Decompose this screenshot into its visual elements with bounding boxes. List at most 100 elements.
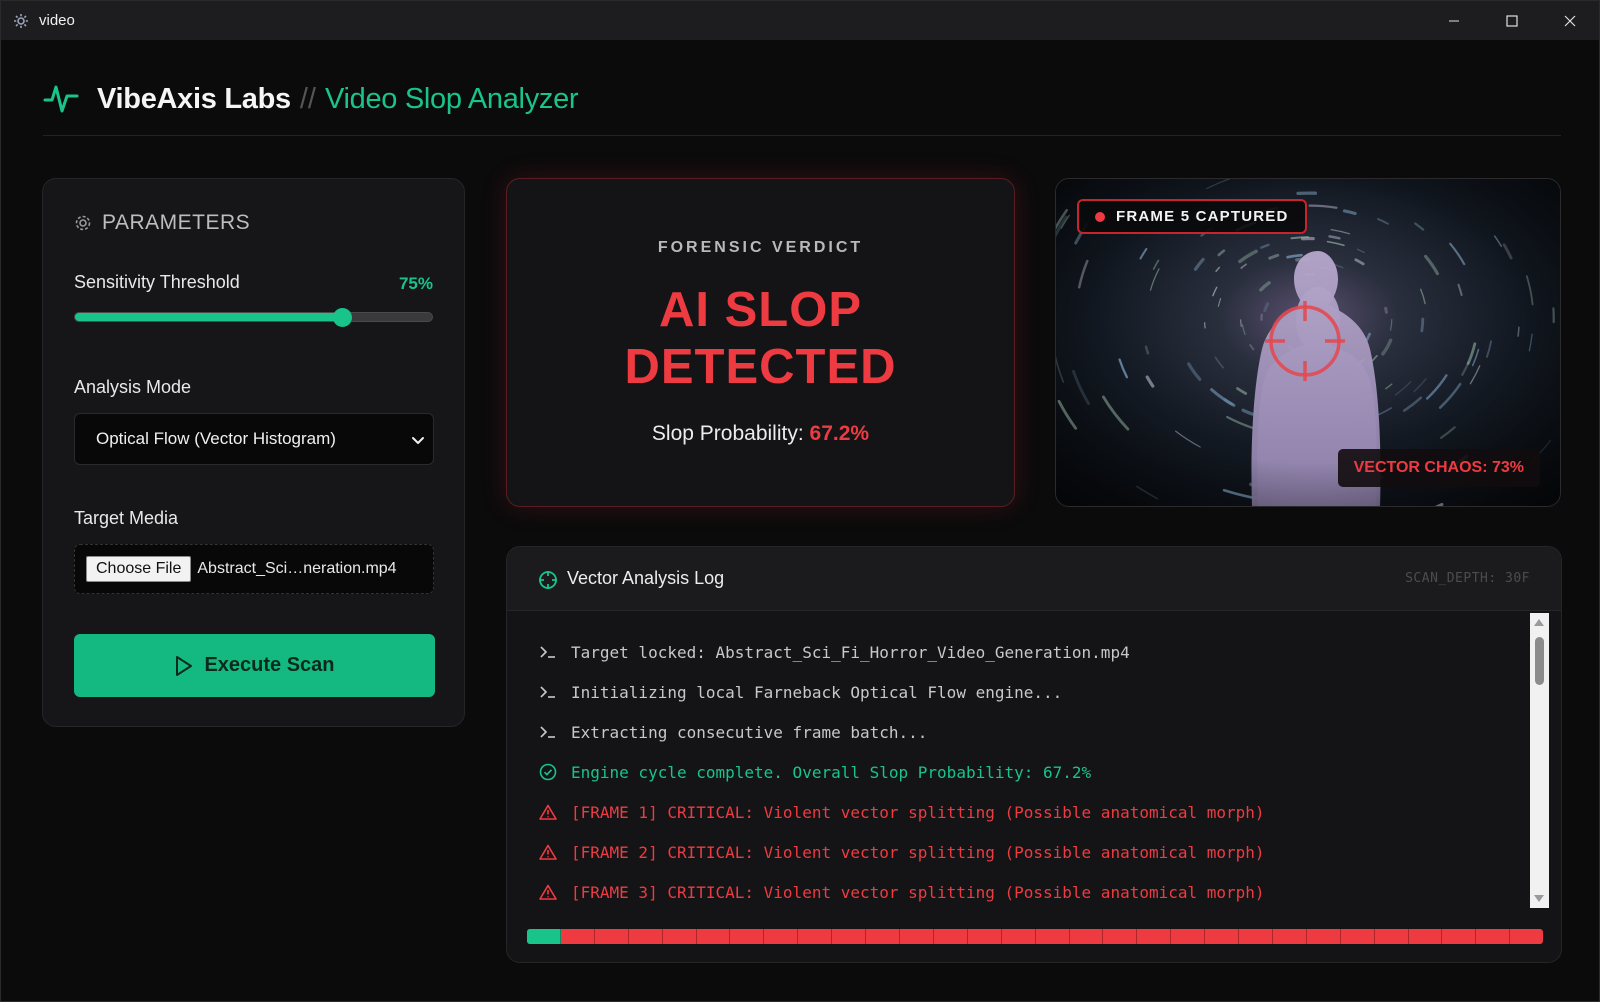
terminal-prompt-icon xyxy=(538,682,558,702)
timeline-segment xyxy=(1070,929,1104,944)
timeline-segment xyxy=(595,929,629,944)
timeline-segment xyxy=(1307,929,1341,944)
execute-scan-button[interactable]: Execute Scan xyxy=(74,634,435,697)
timeline-segment xyxy=(1442,929,1477,944)
slop-probability-label: Slop Probability: xyxy=(651,422,804,445)
slop-probability-value: 67.2% xyxy=(809,422,870,445)
log-line-text: [FRAME 1] CRITICAL: Violent vector split… xyxy=(571,802,1265,822)
log-line-text: [FRAME 2] CRITICAL: Violent vector split… xyxy=(571,842,1265,862)
log-scrollbar[interactable] xyxy=(1530,613,1549,908)
selected-file-name: Abstract_Sci…neration.mp4 xyxy=(197,560,397,577)
target-media-label: Target Media xyxy=(74,508,179,528)
timeline-segment xyxy=(1239,929,1273,944)
brand-name: VibeAxis Labs xyxy=(97,82,291,115)
timeline-segment xyxy=(629,929,663,944)
analysis-mode-value: Optical Flow (Vector Histogram) xyxy=(96,429,336,448)
timeline-segment xyxy=(1341,929,1375,944)
sensitivity-slider[interactable] xyxy=(74,308,433,327)
log-line: [FRAME 3] CRITICAL: Violent vector split… xyxy=(538,880,1265,902)
timeline-segment xyxy=(663,929,697,944)
log-title: Vector Analysis Log xyxy=(567,568,725,588)
log-lines[interactable]: Target locked: Abstract_Sci_Fi_Horror_Vi… xyxy=(507,612,1542,902)
slider-fill xyxy=(75,313,343,321)
timeline-segment xyxy=(1137,929,1172,944)
execute-scan-label: Execute Scan xyxy=(204,654,335,676)
file-input[interactable]: Choose File Abstract_Sci…neration.mp4 xyxy=(74,544,434,594)
timeline-segment xyxy=(1205,929,1240,944)
timeline-segment xyxy=(1510,929,1543,944)
scroll-down-icon[interactable] xyxy=(1534,895,1544,902)
timeline-segment xyxy=(934,929,968,944)
scroll-up-icon[interactable] xyxy=(1534,619,1544,626)
warning-triangle-icon xyxy=(538,802,558,822)
slider-thumb[interactable] xyxy=(332,308,352,327)
parameters-heading: PARAMETERS xyxy=(74,211,250,235)
log-line-text: Extracting consecutive frame batch... xyxy=(571,722,928,742)
maximize-icon[interactable] xyxy=(1483,1,1541,40)
minimize-icon[interactable] xyxy=(1425,1,1483,40)
timeline-segment xyxy=(866,929,900,944)
log-header: Vector Analysis Log SCAN_DEPTH: 30F xyxy=(507,547,1561,611)
warning-triangle-icon xyxy=(538,882,558,902)
log-line-text: Target locked: Abstract_Sci_Fi_Horror_Vi… xyxy=(571,642,1130,662)
timeline-segment xyxy=(697,929,731,944)
timeline-segment xyxy=(1375,929,1409,944)
timeline-segment xyxy=(1171,929,1206,944)
timeline-segment xyxy=(900,929,934,944)
terminal-prompt-icon xyxy=(538,642,558,662)
settings-gear-icon xyxy=(11,11,31,31)
sensitivity-value: 75% xyxy=(398,274,433,293)
parameters-panel: PARAMETERS Sensitivity Threshold 75% Ana… xyxy=(42,178,465,727)
play-icon xyxy=(176,655,193,676)
verdict-headline: AI SLOP DETECTED xyxy=(507,282,1014,396)
log-line: [FRAME 2] CRITICAL: Violent vector split… xyxy=(538,840,1265,864)
crosshair-icon xyxy=(539,571,557,589)
timeline-segment xyxy=(968,929,1002,944)
log-line: [FRAME 1] CRITICAL: Violent vector split… xyxy=(538,800,1265,824)
log-line: Target locked: Abstract_Sci_Fi_Horror_Vi… xyxy=(538,640,1130,664)
timeline-segment xyxy=(1273,929,1307,944)
captured-frame: FRAME 5 CAPTURED VECTOR CHAOS: 73% xyxy=(1055,178,1561,507)
frame-captured-badge: FRAME 5 CAPTURED xyxy=(1077,199,1307,234)
frame-timeline xyxy=(527,929,1543,944)
choose-file-button[interactable]: Choose File xyxy=(86,556,192,582)
timeline-segment xyxy=(832,929,867,944)
chevron-down-icon xyxy=(412,437,424,444)
app-header: VibeAxis Labs // Video Slop Analyzer xyxy=(43,79,579,119)
log-line-text: Engine cycle complete. Overall Slop Prob… xyxy=(571,762,1092,782)
window-controls xyxy=(1425,1,1599,40)
verdict-kicker: FORENSIC VERDICT xyxy=(657,239,864,256)
verdict-line-2: DETECTED xyxy=(624,340,897,394)
frame-captured-text: FRAME 5 CAPTURED xyxy=(1116,208,1289,225)
log-line-text: [FRAME 3] CRITICAL: Violent vector split… xyxy=(571,882,1265,902)
analysis-mode-label: Analysis Mode xyxy=(74,377,192,397)
terminal-prompt-icon xyxy=(538,722,558,742)
vector-chaos-text: VECTOR CHAOS: 73% xyxy=(1353,459,1524,476)
title-separator: // xyxy=(299,82,316,115)
warning-triangle-icon xyxy=(538,842,558,862)
scrollbar-thumb[interactable] xyxy=(1535,637,1544,685)
title-bar: video xyxy=(1,1,1599,40)
timeline-segment xyxy=(1036,929,1070,944)
vector-analysis-log: Vector Analysis Log SCAN_DEPTH: 30F Targ… xyxy=(506,546,1562,963)
header-divider xyxy=(43,135,1561,136)
verdict-line-1: AI SLOP xyxy=(658,283,863,337)
recording-dot-icon xyxy=(1095,211,1105,222)
log-line: Initializing local Farneback Optical Flo… xyxy=(538,680,1062,704)
gear-icon xyxy=(75,215,91,231)
analysis-mode-select[interactable]: Optical Flow (Vector Histogram) xyxy=(74,413,434,465)
timeline-segment xyxy=(764,929,799,944)
close-icon[interactable] xyxy=(1541,1,1599,40)
product-name: Video Slop Analyzer xyxy=(324,82,579,115)
timeline-segment xyxy=(561,929,595,944)
window-title: video xyxy=(39,12,75,29)
log-line: Extracting consecutive frame batch... xyxy=(538,720,927,744)
app-window: video VibeAxis Labs // Video Slop Analyz… xyxy=(0,0,1600,1002)
slop-probability: Slop Probability: 67.2% xyxy=(507,422,1014,446)
timeline-segment xyxy=(527,929,561,944)
vector-chaos-badge: VECTOR CHAOS: 73% xyxy=(1337,449,1540,487)
timeline-segment xyxy=(1103,929,1138,944)
forensic-verdict-card: FORENSIC VERDICT AI SLOP DETECTED Slop P… xyxy=(506,178,1015,507)
sensitivity-label: Sensitivity Threshold xyxy=(74,272,240,292)
activity-pulse-icon xyxy=(43,85,79,113)
